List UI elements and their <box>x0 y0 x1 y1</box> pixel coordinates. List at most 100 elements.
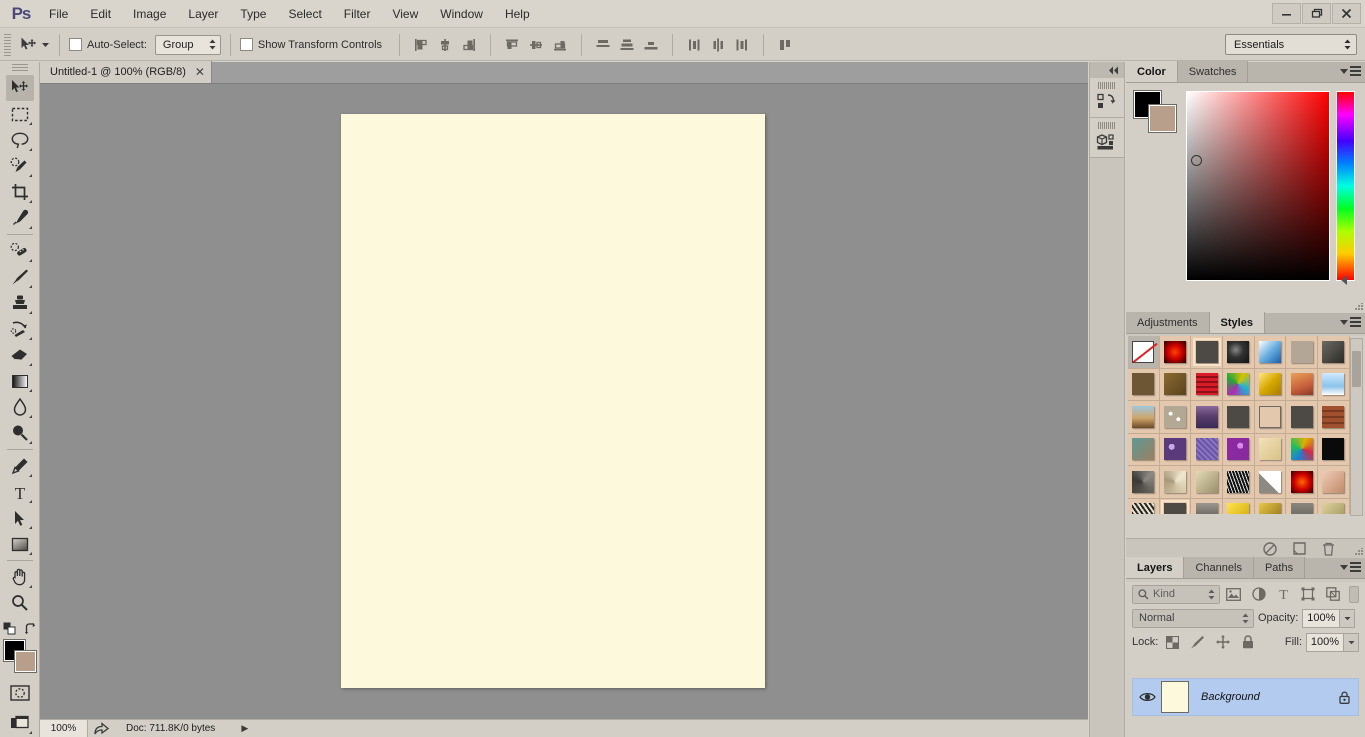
menu-image[interactable]: Image <box>122 0 177 28</box>
auto-align-layers-button[interactable] <box>774 34 796 56</box>
share-icon[interactable] <box>88 722 114 735</box>
delete-style-button[interactable] <box>1322 542 1335 556</box>
styles-scrollbar-thumb[interactable] <box>1352 351 1361 387</box>
layer-thumbnail[interactable] <box>1161 681 1189 713</box>
style-cell[interactable] <box>1255 498 1287 514</box>
style-cell[interactable] <box>1128 466 1160 499</box>
filter-smart-object-layers-icon[interactable] <box>1323 584 1344 604</box>
style-cell[interactable] <box>1191 336 1224 369</box>
background-color-swatch[interactable] <box>13 650 37 673</box>
style-cell[interactable] <box>1318 401 1350 434</box>
style-slate[interactable] <box>1290 503 1313 514</box>
style-olive[interactable] <box>1322 503 1345 514</box>
style-cell[interactable] <box>1160 498 1192 514</box>
new-style-button[interactable] <box>1293 542 1306 555</box>
style-cell[interactable] <box>1128 433 1160 466</box>
menu-filter[interactable]: Filter <box>333 0 382 28</box>
style-sunset[interactable] <box>1290 373 1313 396</box>
style-bronze-gradient[interactable] <box>1164 373 1187 396</box>
style-cell[interactable] <box>1191 466 1224 499</box>
style-cell[interactable] <box>1254 466 1287 499</box>
style-red-stripes[interactable] <box>1195 373 1218 396</box>
layer-list[interactable]: Background <box>1126 678 1365 737</box>
tab-paths[interactable]: Paths <box>1253 557 1306 578</box>
opacity-dropdown-button[interactable] <box>1340 608 1356 628</box>
distribute-vertical-centers-button[interactable] <box>616 34 638 56</box>
tools-panel-grip[interactable] <box>11 64 28 73</box>
style-cell[interactable] <box>1286 401 1319 434</box>
eraser-tool[interactable] <box>6 342 34 368</box>
close-button[interactable] <box>1332 3 1361 24</box>
filter-adjustment-layers-icon[interactable] <box>1248 584 1269 604</box>
fill-value[interactable]: 100% <box>1306 632 1344 652</box>
style-lavender-grain[interactable] <box>1195 438 1218 461</box>
fill-dropdown-button[interactable] <box>1344 632 1359 652</box>
style-cell[interactable] <box>1128 368 1160 401</box>
menu-help[interactable]: Help <box>494 0 541 28</box>
style-rainbow-splash[interactable] <box>1227 373 1250 396</box>
expand-panels-button[interactable] <box>1090 62 1124 78</box>
tab-styles[interactable]: Styles <box>1209 312 1265 333</box>
tool-preset-dropdown[interactable] <box>41 40 50 49</box>
lock-position-icon[interactable] <box>1212 632 1233 652</box>
document-tab[interactable]: Untitled-1 @ 100% (RGB/8) ✕ <box>40 61 212 83</box>
align-top-edges-button[interactable] <box>501 34 523 56</box>
style-cell[interactable] <box>1286 368 1319 401</box>
style-cell[interactable] <box>1159 433 1192 466</box>
style-snow-speckle[interactable] <box>1164 405 1187 428</box>
close-icon[interactable]: ✕ <box>195 66 205 78</box>
style-gray-pyramid[interactable] <box>1132 470 1155 493</box>
swap-colors-icon[interactable] <box>24 622 37 635</box>
clear-style-button[interactable] <box>1263 541 1277 556</box>
style-parchment[interactable] <box>1259 438 1282 461</box>
style-magenta-noise[interactable] <box>1227 438 1250 461</box>
color-field[interactable] <box>1186 91 1330 281</box>
lock-all-icon[interactable] <box>1237 632 1258 652</box>
style-brown-matte[interactable] <box>1132 373 1155 396</box>
canvas-area[interactable] <box>40 84 1088 719</box>
blur-tool[interactable] <box>6 394 34 420</box>
color-field-cursor[interactable] <box>1191 155 1202 166</box>
lock-image-pixels-icon[interactable] <box>1187 632 1208 652</box>
style-dark-rings[interactable] <box>1227 340 1250 363</box>
style-cell[interactable] <box>1254 433 1287 466</box>
style-cell[interactable] <box>1191 401 1224 434</box>
style-charcoal[interactable] <box>1290 405 1313 428</box>
align-vertical-centers-button[interactable] <box>525 34 547 56</box>
menu-window[interactable]: Window <box>429 0 494 28</box>
filter-pixel-layers-icon[interactable] <box>1224 584 1245 604</box>
styles-grid[interactable] <box>1128 336 1350 514</box>
horizontal-type-tool[interactable]: T <box>6 479 34 505</box>
style-cell[interactable] <box>1128 401 1160 434</box>
rectangle-tool[interactable] <box>6 531 34 557</box>
style-dark-fade[interactable] <box>1322 340 1345 363</box>
distribute-top-edges-button[interactable] <box>592 34 614 56</box>
current-tool-icon[interactable] <box>15 33 41 57</box>
align-right-edges-button[interactable] <box>458 34 480 56</box>
style-basic-drop-shadow[interactable] <box>1192 337 1221 366</box>
align-bottom-edges-button[interactable] <box>549 34 571 56</box>
style-cell[interactable] <box>1128 336 1160 369</box>
menu-type[interactable]: Type <box>229 0 277 28</box>
style-cell[interactable] <box>1318 433 1350 466</box>
style-cell[interactable] <box>1159 368 1192 401</box>
style-cell[interactable] <box>1128 498 1160 514</box>
table-row[interactable]: Background <box>1132 678 1359 716</box>
style-yellow-frame[interactable] <box>1227 503 1250 514</box>
hue-slider-marker[interactable] <box>1341 275 1347 285</box>
style-cracked-black[interactable] <box>1227 470 1250 493</box>
filter-enable-toggle[interactable] <box>1349 585 1359 603</box>
color-panel-menu-button[interactable] <box>1340 66 1361 76</box>
styles-panel-menu-button[interactable] <box>1340 317 1361 327</box>
rectangular-marquee-tool[interactable] <box>6 101 34 127</box>
path-selection-tool[interactable] <box>6 505 34 531</box>
tab-adjustments[interactable]: Adjustments <box>1126 312 1210 333</box>
dodge-tool[interactable] <box>6 420 34 446</box>
style-cell[interactable] <box>1318 336 1350 369</box>
style-cell[interactable] <box>1223 498 1255 514</box>
filter-shape-layers-icon[interactable] <box>1298 584 1319 604</box>
panel-resize-grip[interactable] <box>1355 303 1363 311</box>
style-dark-gray[interactable] <box>1227 405 1250 428</box>
style-taupe[interactable] <box>1290 340 1313 363</box>
distribute-horizontal-centers-button[interactable] <box>707 34 729 56</box>
